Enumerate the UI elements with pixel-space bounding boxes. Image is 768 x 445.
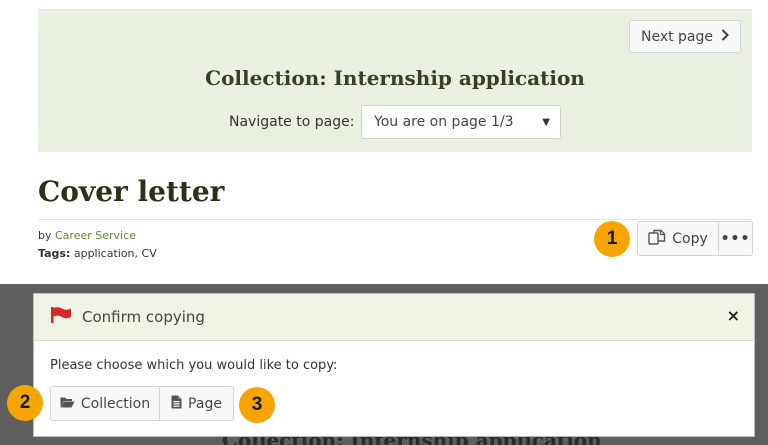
next-page-label: Next page: [640, 28, 714, 45]
callout-2: 2: [7, 385, 43, 421]
page-title: Cover letter: [38, 175, 225, 208]
file-text-icon: [171, 395, 182, 413]
flag-icon: [50, 306, 72, 328]
callout-3: 3: [239, 387, 275, 423]
tags-line: Tags: application, CV: [38, 247, 157, 260]
caret-down-icon: ▼: [542, 117, 550, 128]
byline-prefix: by: [38, 229, 52, 242]
collection-title: Collection: Internship application: [205, 66, 585, 90]
ellipsis-icon: •••: [720, 230, 751, 247]
byline: by Career Service: [38, 229, 136, 242]
dialog-title: Confirm copying: [82, 308, 205, 326]
folder-open-icon: [60, 396, 75, 412]
copy-label: Copy: [672, 230, 708, 247]
page-select[interactable]: You are on page 1/3 ▼: [361, 105, 561, 139]
title-divider: [38, 219, 752, 220]
tags-value[interactable]: application, CV: [74, 247, 157, 260]
chevron-right-icon: [721, 28, 730, 45]
navigate-label: Navigate to page:: [229, 114, 355, 130]
dialog-header: Confirm copying ×: [34, 294, 754, 341]
page-actions: Copy •••: [637, 221, 753, 256]
next-page-button[interactable]: Next page: [629, 20, 741, 53]
dialog-prompt: Please choose which you would like to co…: [50, 358, 338, 373]
page-select-value: You are on page 1/3: [374, 114, 514, 130]
collection-nav-panel: Next page Collection: Internship applica…: [38, 9, 752, 152]
author-link[interactable]: Career Service: [55, 229, 136, 242]
copy-button[interactable]: Copy: [637, 221, 719, 256]
copy-page-label: Page: [188, 395, 222, 412]
copy-icon: [648, 229, 666, 249]
more-options-button[interactable]: •••: [719, 221, 753, 256]
close-icon[interactable]: ×: [727, 306, 740, 325]
copy-choice-group: Collection Page: [50, 386, 234, 421]
copy-collection-button[interactable]: Collection: [50, 386, 160, 421]
copy-collection-label: Collection: [80, 395, 151, 412]
confirm-copy-dialog: Confirm copying × Please choose which yo…: [33, 293, 755, 437]
copy-page-button[interactable]: Page: [160, 386, 234, 421]
tags-label: Tags:: [38, 247, 71, 260]
callout-1: 1: [594, 221, 630, 257]
